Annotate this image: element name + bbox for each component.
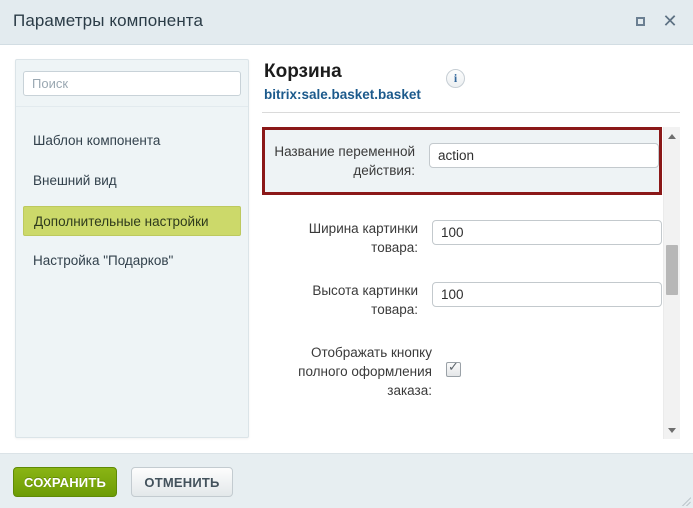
info-glyph: i — [453, 71, 458, 85]
action-variable-name-input[interactable] — [429, 143, 659, 168]
field-control — [432, 219, 662, 245]
save-button[interactable]: СОХРАНИТЬ — [13, 467, 117, 497]
settings-scrollbar[interactable] — [663, 127, 680, 439]
close-x-glyph: ✕ — [662, 11, 678, 31]
field-row-product-image-width: Ширина картинки товара: — [262, 207, 662, 269]
page-title: Параметры компонента — [13, 11, 204, 30]
component-title: Корзина — [264, 61, 342, 82]
sidebar-item-label: Шаблон компонента — [33, 133, 161, 148]
dialog-footer: СОХРАНИТЬ ОТМЕНИТЬ — [0, 453, 693, 508]
field-label: Высота картинки товара: — [312, 283, 418, 317]
show-full-checkout-button-checkbox[interactable] — [446, 360, 461, 377]
maximize-icon[interactable] — [631, 12, 653, 34]
product-image-width-input[interactable] — [432, 220, 662, 245]
main-panel: Корзина bitrix:sale.basket.basket i Назв… — [262, 55, 680, 440]
sidebar-item-label: Дополнительные настройки — [34, 214, 209, 229]
component-code-link[interactable]: bitrix:sale.basket.basket — [264, 87, 421, 102]
sidebar-item-label: Внешний вид — [33, 173, 117, 188]
sidebar: Шаблон компонента Внешний вид Дополнител… — [15, 59, 249, 438]
scrollbar-thumb[interactable] — [666, 245, 678, 295]
scroll-up-arrow-icon[interactable] — [664, 128, 680, 144]
field-label: Ширина картинки товара: — [308, 221, 418, 255]
product-image-height-input[interactable] — [432, 282, 662, 307]
field-control — [432, 281, 662, 307]
component-parameters-dialog: Параметры компонента ✕ Шаблон компонента… — [0, 0, 693, 508]
header-divider — [262, 112, 680, 113]
close-icon[interactable]: ✕ — [659, 11, 681, 34]
sidebar-item-gifts-settings[interactable]: Настройка "Подарков" — [23, 246, 241, 276]
field-row-action-variable-name: Название переменной действия: — [262, 127, 662, 195]
titlebar: Параметры компонента ✕ — [0, 0, 693, 45]
settings-form-region: Название переменной действия: Ширина кар… — [262, 127, 680, 439]
scroll-down-arrow-icon[interactable] — [664, 422, 680, 438]
maximize-square-glyph — [636, 17, 645, 26]
field-control — [429, 142, 659, 168]
field-row-show-full-checkout-button: Отображать кнопку полного оформления зак… — [262, 331, 662, 412]
cancel-button[interactable]: ОТМЕНИТЬ — [131, 467, 233, 497]
field-label: Отображать кнопку полного оформления зак… — [298, 345, 432, 398]
sidebar-item-component-template[interactable]: Шаблон компонента — [23, 126, 241, 156]
sidebar-item-appearance[interactable]: Внешний вид — [23, 166, 241, 196]
sidebar-menu: Шаблон компонента Внешний вид Дополнител… — [16, 116, 248, 276]
sidebar-item-label: Настройка "Подарков" — [33, 253, 174, 268]
info-circle-icon[interactable]: i — [446, 69, 465, 88]
sidebar-search-area — [16, 60, 248, 107]
search-input[interactable] — [23, 71, 241, 96]
field-label: Название переменной действия: — [274, 144, 415, 178]
field-row-product-image-height: Высота картинки товара: — [262, 269, 662, 331]
resize-grip-icon[interactable] — [677, 492, 691, 506]
settings-form: Название переменной действия: Ширина кар… — [262, 127, 662, 439]
sidebar-item-additional-settings[interactable]: Дополнительные настройки — [23, 206, 241, 236]
field-control — [446, 343, 662, 382]
